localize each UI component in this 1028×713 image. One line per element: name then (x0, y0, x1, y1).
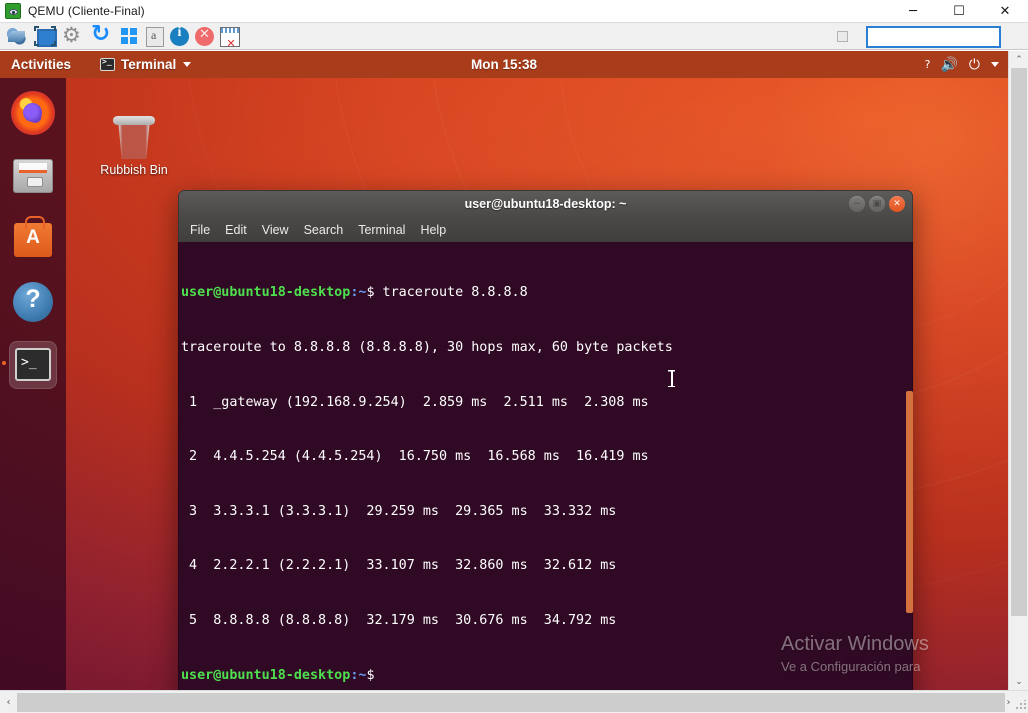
prompt-user-host: user@ubuntu18-desktop (181, 668, 350, 683)
scroll-down-arrow-icon[interactable]: ⌄ (1009, 673, 1028, 690)
ubuntu-dock (0, 78, 66, 690)
qemu-toolbar (0, 22, 1028, 50)
toolbar-checkbox[interactable] (837, 31, 848, 42)
qemu-host-window: QEMU (Cliente-Final) ─ ☐ ✕ Activities Te… (0, 0, 1028, 713)
terminal-output-area[interactable]: user@ubuntu18-desktop:~$ traceroute 8.8.… (178, 242, 913, 690)
dock-item-firefox[interactable] (9, 89, 57, 137)
system-tray: ? 🔊 ⏻ (925, 58, 999, 72)
typed-command: traceroute 8.8.8.8 (375, 285, 528, 300)
menu-terminal[interactable]: Terminal (358, 223, 405, 237)
vertical-scrollbar-thumb[interactable] (1011, 68, 1027, 616)
windows-logo-icon[interactable] (118, 25, 140, 47)
scroll-up-arrow-icon[interactable]: ⌃ (1009, 51, 1028, 68)
app-menu-terminal[interactable]: Terminal (100, 57, 191, 72)
horizontal-scrollbar-thumb[interactable] (17, 693, 1005, 712)
settings-gear-icon[interactable] (62, 25, 84, 47)
terminal-window-controls: − ▣ ✕ (849, 196, 905, 212)
terminal-icon (15, 348, 51, 381)
fullscreen-icon[interactable] (34, 25, 56, 47)
close-button[interactable]: ✕ (982, 0, 1028, 22)
qemu-titlebar: QEMU (Cliente-Final) ─ ☐ ✕ (0, 0, 1028, 22)
firefox-icon (11, 91, 55, 135)
terminal-line: 3 3.3.3.1 (3.3.3.1) 29.259 ms 29.365 ms … (181, 503, 912, 521)
cancel-icon[interactable] (195, 27, 214, 46)
minimize-button[interactable]: − (849, 196, 865, 212)
menu-edit[interactable]: Edit (225, 223, 247, 237)
prompt-user-host: user@ubuntu18-desktop (181, 285, 350, 300)
terminal-line: 4 2.2.2.1 (2.2.2.1) 33.107 ms 32.860 ms … (181, 557, 912, 575)
terminal-line: 1 _gateway (192.168.9.254) 2.859 ms 2.51… (181, 394, 912, 412)
scroll-left-arrow-icon[interactable]: ‹ (0, 691, 17, 713)
terminal-line: traceroute to 8.8.8.8 (8.8.8.8), 30 hops… (181, 339, 912, 357)
power-icon[interactable]: ⏻ (969, 58, 980, 72)
terminal-line-command: user@ubuntu18-desktop:~$ traceroute 8.8.… (181, 284, 912, 302)
dock-item-software[interactable] (9, 215, 57, 263)
desktop-icon-label: Rubbish Bin (95, 163, 173, 177)
terminal-window: user@ubuntu18-desktop: ~ − ▣ ✕ File Edit… (178, 190, 913, 690)
terminal-line-prompt: user@ubuntu18-desktop:~$ (181, 667, 912, 685)
terminal-titlebar[interactable]: user@ubuntu18-desktop: ~ − ▣ ✕ (178, 190, 913, 217)
terminal-line: 2 4.4.5.254 (4.4.5.254) 16.750 ms 16.568… (181, 448, 912, 466)
terminal-text: user@ubuntu18-desktop:~$ traceroute 8.8.… (181, 248, 912, 690)
dock-item-terminal[interactable] (9, 341, 57, 389)
trash-icon (112, 114, 156, 160)
menu-search[interactable]: Search (304, 223, 344, 237)
activities-button[interactable]: Activities (11, 57, 71, 72)
app-menu-label: Terminal (121, 57, 176, 72)
guest-screen: Activities Terminal Mon 15:38 ? 🔊 ⏻ (0, 51, 1008, 690)
menu-help[interactable]: Help (420, 223, 446, 237)
maximize-button[interactable]: ▣ (869, 196, 885, 212)
prompt-path: :~ (350, 285, 366, 300)
dock-item-help[interactable] (9, 278, 57, 326)
help-icon (13, 282, 53, 322)
dock-item-files[interactable] (9, 152, 57, 200)
prompt-symbol: $ (366, 668, 374, 683)
info-icon[interactable] (170, 27, 189, 46)
close-button[interactable]: ✕ (889, 196, 905, 212)
terminal-scrollbar-thumb[interactable] (906, 391, 913, 613)
prompt-path: :~ (350, 668, 366, 683)
prompt-symbol: $ (366, 285, 374, 300)
ubuntu-desktop: Rubbish Bin user@ubuntu18-desktop: ~ − ▣… (0, 78, 1008, 690)
ubuntu-software-icon (14, 223, 52, 257)
resize-grip-icon[interactable] (1015, 700, 1026, 711)
host-vertical-scrollbar[interactable]: ⌃ ⌄ (1008, 51, 1028, 690)
save-screen-icon[interactable] (220, 27, 240, 47)
files-icon (13, 159, 53, 193)
menu-file[interactable]: File (190, 223, 210, 237)
minimize-button[interactable]: ─ (890, 0, 936, 22)
terminal-icon (100, 58, 115, 71)
host-horizontal-scrollbar[interactable]: ‹ › (0, 690, 1028, 713)
toolbar-text-input[interactable] (866, 26, 1001, 48)
qemu-window-title: QEMU (Cliente-Final) (28, 4, 145, 18)
qemu-window-controls: ─ ☐ ✕ (890, 0, 1028, 22)
terminal-window-title: user@ubuntu18-desktop: ~ (465, 197, 627, 211)
ubuntu-topbar: Activities Terminal Mon 15:38 ? 🔊 ⏻ (0, 51, 1008, 78)
menu-view[interactable]: View (262, 223, 289, 237)
document-icon[interactable] (146, 27, 164, 47)
chevron-down-icon (183, 62, 191, 67)
qemu-icon (5, 3, 21, 19)
machine-icon[interactable] (6, 25, 28, 47)
terminal-menubar: File Edit View Search Terminal Help (178, 217, 913, 242)
terminal-line: 5 8.8.8.8 (8.8.8.8) 32.179 ms 30.676 ms … (181, 612, 912, 630)
refresh-icon[interactable] (90, 25, 112, 47)
maximize-button[interactable]: ☐ (936, 0, 982, 22)
chevron-down-icon[interactable] (991, 62, 999, 67)
volume-icon[interactable]: 🔊 (940, 58, 957, 72)
keyboard-layout-icon[interactable]: ? (925, 59, 930, 70)
desktop-icon-rubbish-bin[interactable]: Rubbish Bin (95, 114, 173, 177)
